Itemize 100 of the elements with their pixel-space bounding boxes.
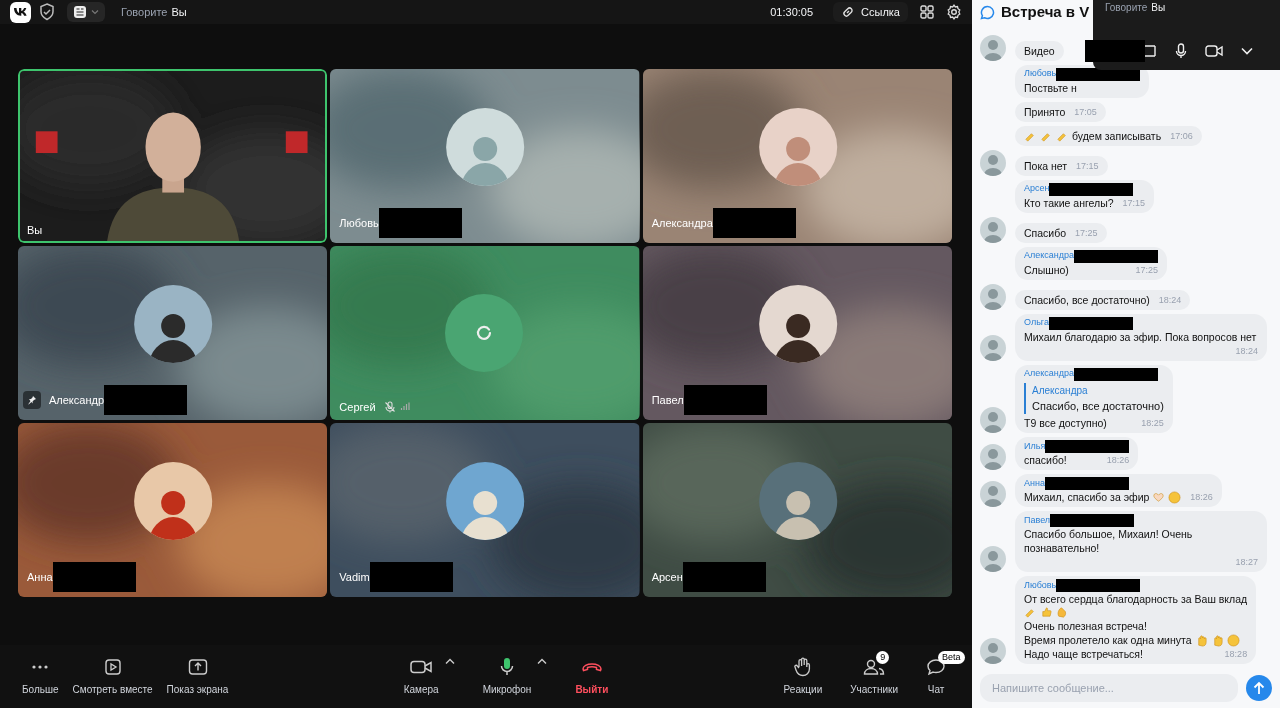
participant-name: Анна <box>26 569 54 585</box>
reactions-icon <box>793 656 812 677</box>
message-text: Видео <box>1024 43 1055 58</box>
message-time: 18:28 <box>1223 648 1248 661</box>
message-author: Анна <box>1024 476 1045 490</box>
microphone-icon[interactable] <box>1175 43 1187 59</box>
more-icon <box>31 663 50 670</box>
link-button[interactable]: Ссылка <box>833 2 908 22</box>
message-time: 17:25 <box>1134 263 1159 277</box>
message-time: 18:26 <box>1105 454 1130 467</box>
signal-icon <box>399 402 410 412</box>
speaking-label: Говорите <box>1105 1 1148 15</box>
message-time: 18:26 <box>1189 491 1213 504</box>
emoji-icon <box>1226 634 1240 647</box>
chat-title: Встреча в V <box>1001 1 1090 22</box>
message-text: От всего сердца благодарность за Ваш вклад <box>1024 592 1248 606</box>
message-text: Пока нет <box>1024 158 1068 173</box>
watch-together-button[interactable]: Смотреть вместе <box>68 656 157 697</box>
layout-menu-button[interactable] <box>67 2 105 22</box>
message-author: Павел <box>1024 513 1051 527</box>
participant-name: Любовь <box>338 215 380 231</box>
message-author: Любовь <box>1024 67 1057 81</box>
message-time: 17:06 <box>1169 129 1193 143</box>
participant-name: Александр <box>48 392 106 408</box>
share-icon <box>187 657 208 676</box>
message-time: 18:27 <box>1234 556 1258 569</box>
vk-logo-icon[interactable] <box>10 1 31 23</box>
chat-icon <box>980 4 995 20</box>
more-button[interactable]: Больше <box>18 656 63 697</box>
screen-share-button[interactable]: Показ экрана <box>162 656 233 697</box>
microphone-button[interactable]: Микрофон <box>478 656 536 697</box>
message-text: будем записывать <box>1072 128 1162 143</box>
emoji-icon <box>1168 491 1182 504</box>
speaker-name: Вы <box>1151 1 1166 15</box>
message-time: 17:05 <box>1073 105 1097 119</box>
message-text: Принято <box>1024 104 1066 119</box>
message-text: Т9 все доступно) <box>1024 416 1107 430</box>
participant-name: Vadim <box>338 569 371 585</box>
link-icon <box>841 5 856 19</box>
camera-icon[interactable] <box>1205 45 1223 57</box>
message-text: Спасибо большое, Михаил! Очень познавательно! <box>1024 527 1194 555</box>
participant-name: Вы <box>26 222 44 238</box>
message-text: Спасибо, все достаточно) <box>1024 292 1150 307</box>
message-author: Арсен <box>1024 182 1050 196</box>
message-author: Александра <box>1024 367 1075 381</box>
message-author: Александра <box>1024 249 1075 263</box>
message-text: спасибо! <box>1024 453 1067 467</box>
send-button[interactable] <box>1246 675 1272 701</box>
leave-icon <box>580 661 603 672</box>
message-text: Кто такие ангелы? <box>1024 195 1114 210</box>
message-text: Надо чаще встречаться! <box>1024 647 1143 661</box>
message-author: Ольга <box>1024 316 1049 330</box>
message-author: Любовь <box>1024 578 1057 592</box>
speaker-name: Вы <box>171 4 187 20</box>
message-text: Михаил благодарю за эфир. Пока вопросов нет <box>1024 329 1257 344</box>
message-text: Время пролетело как одна минута <box>1024 633 1192 647</box>
participant-name: Александра <box>650 215 714 231</box>
message-text: Михаил, спасибо за эфир <box>1024 490 1150 504</box>
shield-icon[interactable] <box>39 3 55 21</box>
settings-icon[interactable] <box>946 4 962 20</box>
message-text: Слышно) <box>1024 262 1069 277</box>
message-time: 18:25 <box>1140 417 1164 430</box>
emoji-icon <box>1056 606 1069 619</box>
camera-button[interactable]: Камера <box>399 656 443 697</box>
arrow-up-icon <box>1253 681 1265 695</box>
message-time: 18:24 <box>1234 344 1258 358</box>
call-timer: 01:30:05 <box>770 4 814 20</box>
mic-icon <box>500 656 514 677</box>
emoji-icon <box>1040 606 1053 619</box>
count-badge: Beta <box>938 650 965 664</box>
message-time: 17:25 <box>1074 226 1098 240</box>
caret-icon[interactable] <box>444 657 455 665</box>
participant-name: Павел <box>650 392 685 408</box>
pin-icon[interactable] <box>23 391 41 409</box>
participant-name: Сергей <box>338 399 377 415</box>
message-time: 17:15 <box>1075 159 1099 173</box>
watch-icon <box>103 657 122 676</box>
message-text: Поствьте н <box>1024 80 1077 95</box>
emoji-icon <box>1152 491 1166 504</box>
camera-icon <box>410 659 433 674</box>
layout-icon <box>73 5 87 19</box>
message-text: Спасибо <box>1024 225 1067 240</box>
count-badge: 9 <box>876 650 890 664</box>
chevron-down-icon[interactable] <box>1241 47 1253 55</box>
emoji-icon <box>1024 606 1037 619</box>
quote-text: Спасибо, все достаточно) <box>1032 398 1164 414</box>
message-text: Очень полезная встреча! <box>1024 619 1147 633</box>
reactions-button[interactable]: Реакции <box>779 656 827 697</box>
grid-view-icon[interactable] <box>920 5 934 19</box>
participant-name: Арсен <box>650 569 684 585</box>
message-time: 18:24 <box>1157 293 1182 307</box>
redaction-bar <box>1085 40 1145 62</box>
message-author: Илья <box>1024 439 1046 453</box>
leave-button[interactable]: Выйти <box>571 656 613 697</box>
message-input[interactable]: Напишите сообщение... <box>980 674 1238 702</box>
participants-icon <box>863 658 886 675</box>
quote-author: Александра <box>1032 383 1089 398</box>
speaking-label: Говорите <box>121 4 168 20</box>
chevron-down-icon <box>91 9 99 15</box>
caret-icon[interactable] <box>537 657 548 665</box>
